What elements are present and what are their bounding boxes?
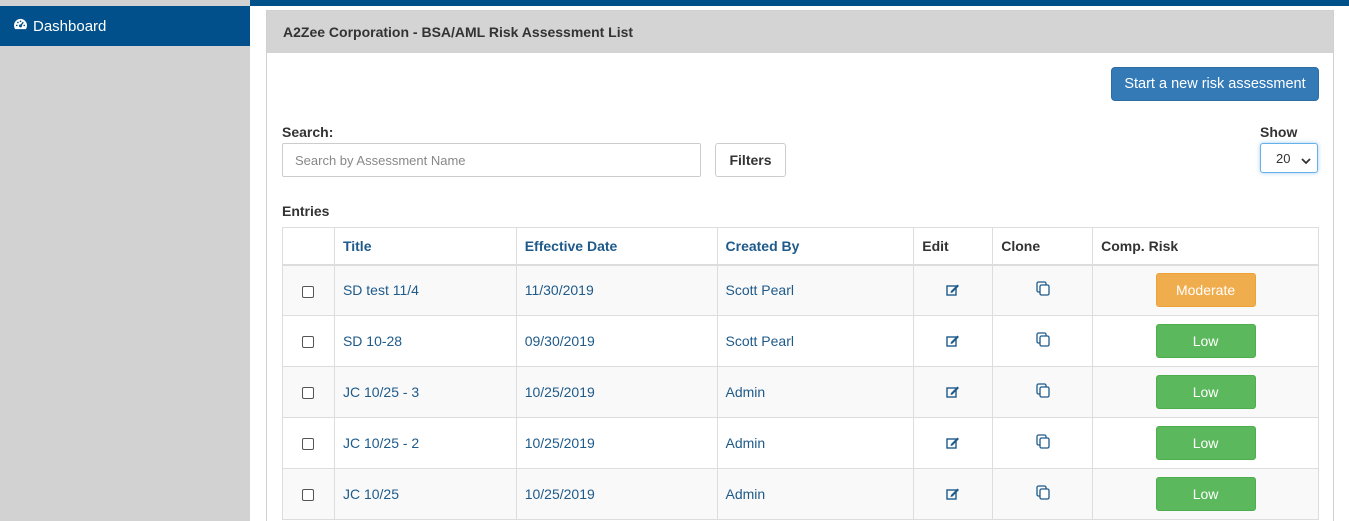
clone-icon[interactable] [1036, 332, 1050, 350]
title-cell[interactable]: JC 10/25 - 2 [333, 417, 517, 469]
effective-date-cell: 10/25/2019 [515, 468, 718, 520]
title-cell[interactable]: JC 10/25 - 3 [333, 366, 517, 418]
edit-cell [913, 315, 994, 367]
row-select-cell [282, 417, 335, 469]
risk-badge-button[interactable]: Low [1155, 324, 1256, 358]
sidebar-item-dashboard[interactable]: Dashboard [0, 6, 250, 46]
table-row: JC 10/25 10/25/2019 Admin Low [282, 468, 1319, 520]
comp-risk-cell: Low [1092, 417, 1319, 469]
sidebar-item-label: Dashboard [33, 17, 107, 35]
created-by-cell: Admin [716, 468, 915, 520]
clone-cell [992, 417, 1094, 469]
row-select-cell [282, 468, 335, 520]
search-input[interactable] [282, 143, 701, 177]
title-cell[interactable]: SD 10-28 [333, 315, 517, 367]
page-size-select[interactable]: 20 [1260, 143, 1318, 173]
filters-button[interactable]: Filters [715, 143, 786, 177]
row-select-cell [282, 264, 335, 316]
edit-icon[interactable] [946, 283, 960, 299]
clone-icon[interactable] [1036, 281, 1050, 299]
clone-icon[interactable] [1036, 485, 1050, 503]
row-checkbox[interactable] [302, 285, 315, 298]
table-row: JC 10/25 - 3 10/25/2019 Admin Low [282, 366, 1319, 418]
column-header-comp-risk: Comp. Risk [1092, 227, 1319, 266]
comp-risk-cell: Moderate [1092, 264, 1319, 316]
column-header-edit: Edit [913, 227, 994, 266]
row-checkbox[interactable] [302, 438, 315, 451]
row-checkbox[interactable] [302, 489, 315, 502]
edit-cell [913, 264, 994, 316]
clone-cell [992, 264, 1094, 316]
comp-risk-cell: Low [1092, 315, 1319, 367]
title-cell[interactable]: JC 10/25 [333, 468, 517, 520]
clone-icon[interactable] [1036, 434, 1050, 452]
effective-date-cell: 10/25/2019 [515, 417, 718, 469]
chevron-down-icon [1301, 153, 1311, 168]
column-header-select [282, 227, 335, 266]
risk-badge-button[interactable]: Low [1155, 375, 1256, 409]
row-checkbox[interactable] [302, 387, 315, 400]
assessment-table: Title Effective Date Created By Edit Clo… [282, 227, 1319, 520]
page-size-value: 20 [1276, 150, 1291, 166]
clone-icon[interactable] [1036, 383, 1050, 401]
edit-cell [913, 468, 994, 520]
entries-label: Entries [282, 203, 330, 219]
row-select-cell [282, 315, 335, 367]
table-header-row: Title Effective Date Created By Edit Clo… [282, 227, 1319, 266]
start-new-risk-assessment-button[interactable]: Start a new risk assessment [1111, 67, 1319, 101]
created-by-cell: Admin [716, 417, 915, 469]
risk-badge-button[interactable]: Low [1155, 426, 1256, 460]
column-header-created-by[interactable]: Created By [716, 227, 915, 266]
created-by-cell: Admin [716, 366, 915, 418]
edit-icon[interactable] [946, 436, 960, 452]
edit-cell [913, 417, 994, 469]
column-header-title[interactable]: Title [333, 227, 517, 266]
column-header-clone: Clone [992, 227, 1094, 266]
row-checkbox[interactable] [302, 336, 315, 349]
risk-badge-button[interactable]: Moderate [1155, 273, 1256, 308]
comp-risk-cell: Low [1092, 468, 1319, 520]
table-row: JC 10/25 - 2 10/25/2019 Admin Low [282, 417, 1319, 469]
clone-cell [992, 468, 1094, 520]
edit-icon[interactable] [946, 385, 960, 401]
table-row: SD test 11/4 11/30/2019 Scott Pearl Moderat… [282, 264, 1319, 316]
clone-cell [992, 315, 1094, 367]
dashboard-icon [13, 18, 33, 35]
risk-assessment-panel: A2Zee Corporation - BSA/AML Risk Assessm… [266, 10, 1334, 521]
created-by-cell: Scott Pearl [716, 264, 915, 316]
edit-icon[interactable] [946, 334, 960, 350]
effective-date-cell: 10/25/2019 [515, 366, 718, 418]
clone-cell [992, 366, 1094, 418]
comp-risk-cell: Low [1092, 366, 1319, 418]
created-by-cell: Scott Pearl [716, 315, 915, 367]
effective-date-cell: 09/30/2019 [515, 315, 718, 367]
title-cell[interactable]: SD test 11/4 [333, 264, 517, 316]
search-label: Search: [282, 124, 334, 140]
edit-cell [913, 366, 994, 418]
risk-badge-button[interactable]: Low [1155, 477, 1256, 511]
sidebar: Dashboard [0, 0, 250, 521]
effective-date-cell: 11/30/2019 [515, 264, 718, 316]
edit-icon[interactable] [946, 487, 960, 503]
show-label: Show [1260, 124, 1298, 140]
panel-title: A2Zee Corporation - BSA/AML Risk Assessm… [267, 11, 1333, 53]
table-row: SD 10-28 09/30/2019 Scott Pearl Low [282, 315, 1319, 367]
row-select-cell [282, 366, 335, 418]
column-header-effective-date[interactable]: Effective Date [515, 227, 718, 266]
